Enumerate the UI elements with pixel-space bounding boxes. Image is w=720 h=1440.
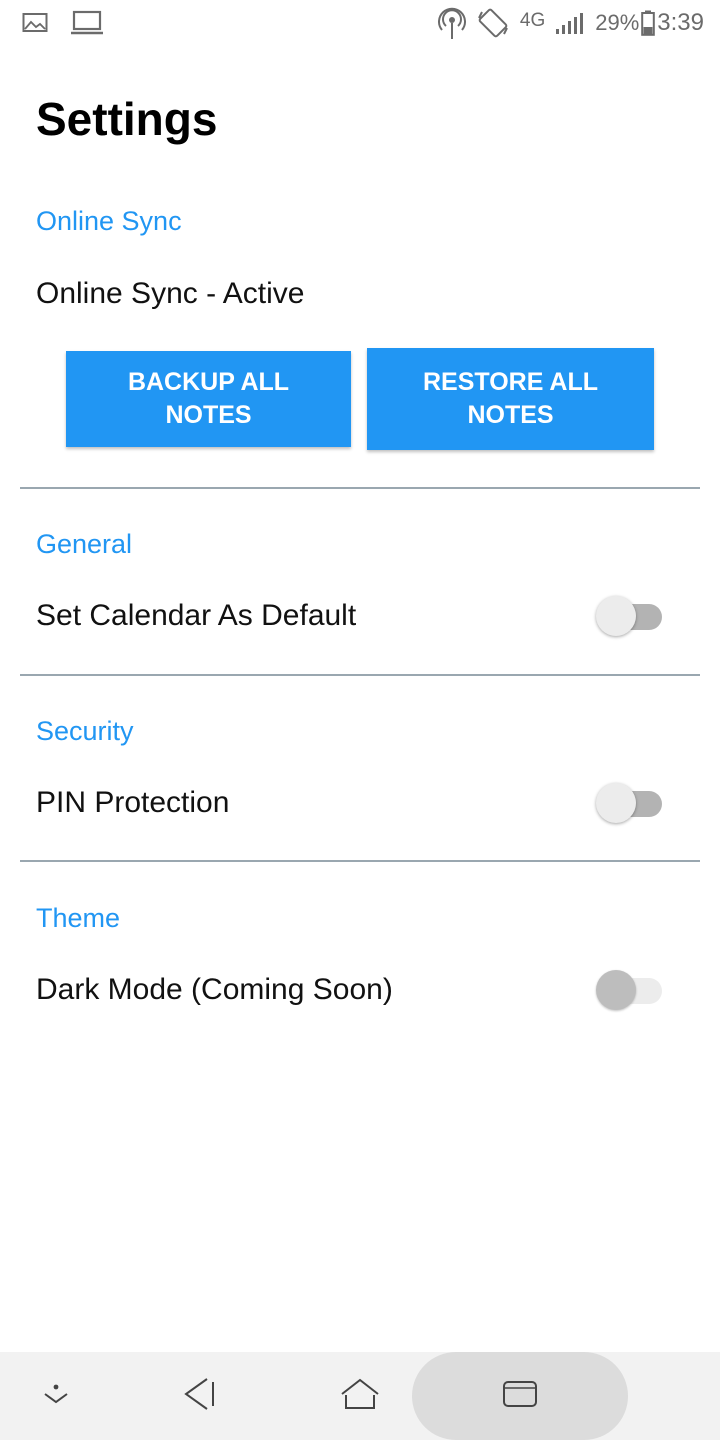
section-header-general: General (36, 529, 133, 559)
home-button[interactable] (322, 1352, 398, 1440)
set-calendar-default-switch[interactable] (596, 594, 664, 638)
pin-protection-label: PIN Protection (36, 786, 230, 819)
online-sync-status: Online Sync - Active (36, 277, 305, 310)
clock: 3:39 (657, 9, 704, 36)
status-bar: 4G 29% 3:39 (0, 0, 720, 50)
switch-thumb (596, 970, 636, 1010)
pin-protection-switch[interactable] (596, 781, 664, 825)
section-header-security: Security (36, 716, 134, 746)
dark-mode-label: Dark Mode (Coming Soon) (36, 973, 393, 1006)
back-button[interactable] (164, 1352, 236, 1440)
restore-all-notes-button[interactable]: RESTORE ALL NOTES (367, 348, 654, 450)
hotspot-icon (437, 6, 466, 40)
section-header-theme: Theme (36, 903, 121, 933)
switch-thumb (596, 783, 636, 823)
battery-percent: 29% (595, 10, 640, 35)
home-icon (340, 1377, 380, 1416)
laptop-icon (70, 10, 104, 36)
divider (20, 860, 700, 862)
signal-icon (555, 11, 585, 35)
page-title: Settings (36, 93, 218, 145)
hide-keyboard-icon (41, 1383, 71, 1410)
switch-thumb (596, 596, 636, 636)
recents-button[interactable] (480, 1352, 560, 1440)
rotate-icon (476, 8, 510, 38)
dark-mode-switch[interactable] (596, 968, 664, 1012)
network-type: 4G (519, 10, 546, 31)
section-header-online-sync: Online Sync (36, 206, 182, 236)
hide-keyboard-button[interactable] (20, 1352, 92, 1440)
back-icon (182, 1376, 218, 1417)
recents-icon (502, 1379, 538, 1414)
navigation-bar (0, 1352, 720, 1440)
backup-all-notes-button[interactable]: BACKUP ALL NOTES (66, 351, 351, 447)
divider (20, 674, 700, 676)
battery-icon (641, 10, 656, 36)
set-calendar-default-label: Set Calendar As Default (36, 599, 357, 632)
divider (20, 487, 700, 489)
image-icon (22, 12, 48, 34)
